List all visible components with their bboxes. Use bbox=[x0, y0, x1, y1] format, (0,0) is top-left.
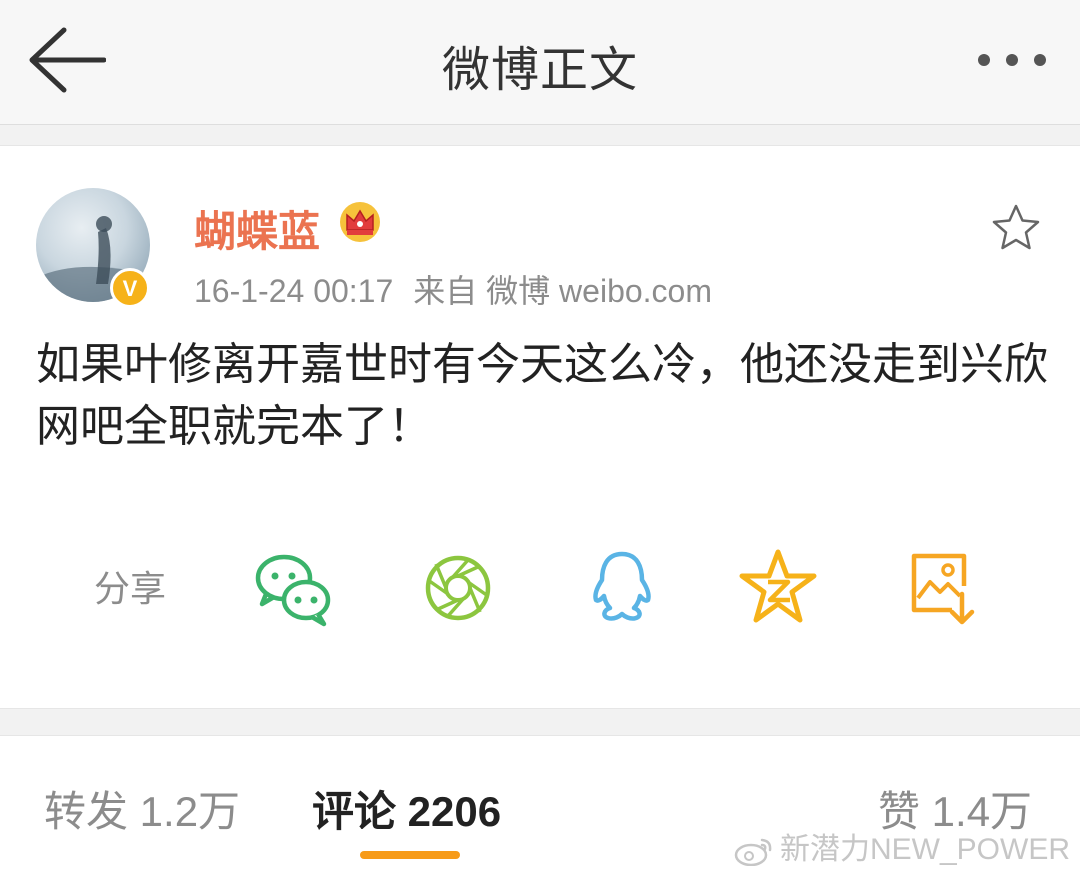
share-label: 分享 bbox=[94, 569, 167, 610]
active-tab-indicator bbox=[360, 851, 460, 859]
tab-reposts[interactable]: 转发 1.2万 bbox=[44, 778, 240, 839]
qq-icon[interactable] bbox=[580, 546, 664, 630]
share-row: 分享 bbox=[0, 546, 1080, 636]
post-source: 来自 微博 weibo.com bbox=[413, 273, 713, 309]
moments-icon[interactable] bbox=[416, 546, 500, 630]
star-outline-icon[interactable] bbox=[990, 202, 1042, 254]
watermark-text: 新潜力NEW_POWER bbox=[780, 833, 1071, 866]
post-timestamp: 16-1-24 00:17 bbox=[194, 273, 394, 309]
tab-comments[interactable]: 评论 2206 bbox=[312, 778, 501, 839]
post-card: V 蝴蝶蓝 16-1-24 00:17 来自 微博 weibo.com 如果叶修离… bbox=[0, 145, 1080, 709]
weibo-logo-icon bbox=[734, 838, 772, 867]
author-name[interactable]: 蝴蝶蓝 bbox=[194, 198, 320, 259]
stats-bar: 转发 1.2万 评论 2206 赞 1.4万 新潜力NEW_POWER bbox=[0, 735, 1080, 871]
top-nav-bar: 微博正文 bbox=[0, 0, 1080, 125]
post-text: 如果叶修离开嘉世时有今天这么冷，他还没走到兴欣网吧全职就完本了！ bbox=[36, 339, 1048, 452]
wechat-icon[interactable] bbox=[252, 546, 336, 630]
save-image-icon[interactable] bbox=[900, 546, 984, 630]
page-title: 微博正文 bbox=[441, 42, 638, 98]
more-options-icon[interactable] bbox=[970, 44, 1054, 76]
svg-text:V: V bbox=[123, 276, 138, 301]
post-meta: 16-1-24 00:17 来自 微博 weibo.com bbox=[194, 266, 732, 312]
verified-v-icon: V bbox=[110, 268, 150, 308]
qzone-icon[interactable] bbox=[736, 546, 820, 630]
watermark: 新潜力NEW_POWER bbox=[734, 824, 1070, 868]
crown-icon[interactable] bbox=[338, 200, 382, 244]
